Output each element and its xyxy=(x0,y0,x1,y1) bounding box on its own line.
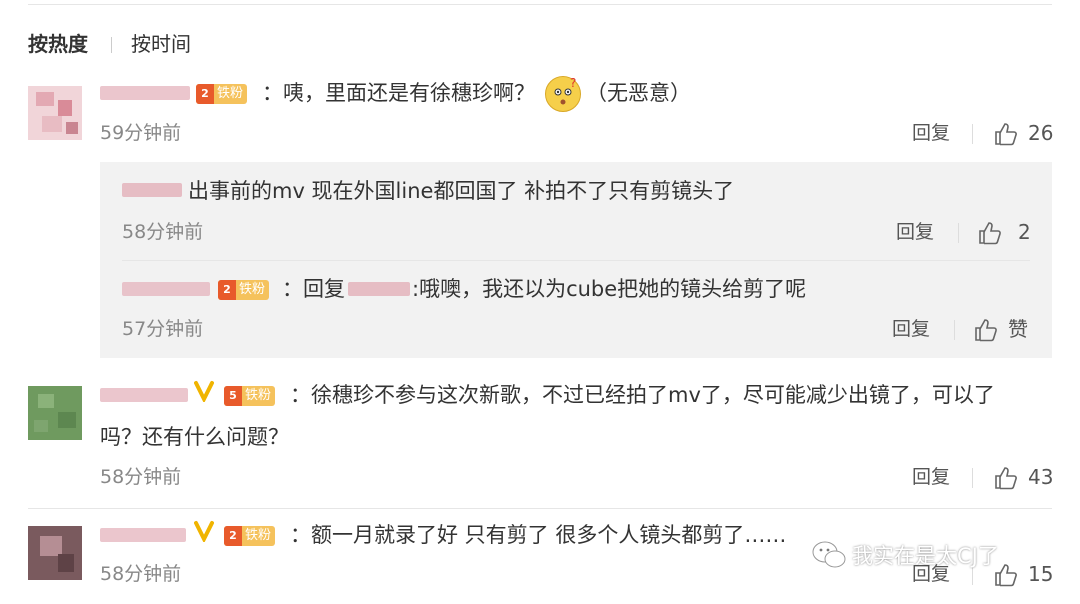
like-count: 43 xyxy=(1028,465,1054,489)
comment-text: ：额一月就录了好 只有剪了 很多个人镜头都剪了…… xyxy=(290,523,787,547)
thumbs-up-icon[interactable] xyxy=(994,466,1017,490)
top-divider xyxy=(28,4,1052,5)
mentioned-username[interactable] xyxy=(348,282,410,296)
comment-time: 59分钟前 xyxy=(100,122,182,144)
fan-badge: 2 铁粉 xyxy=(218,278,270,300)
reply-button[interactable]: 回复 xyxy=(912,464,950,490)
thumbs-up-icon[interactable] xyxy=(974,318,997,342)
vip-v-icon xyxy=(194,520,214,544)
badge-label: 铁粉 xyxy=(239,282,266,297)
action-divider xyxy=(972,124,973,144)
watermark-text: 我实在是太CJ了 xyxy=(852,544,999,568)
thumbs-up-icon[interactable] xyxy=(994,122,1017,146)
reply-text: 出事前的mv 现在外国line都回国了 补拍不了只有剪镜头了 xyxy=(188,179,735,203)
vip-v-icon xyxy=(194,380,214,404)
sort-divider xyxy=(111,37,112,53)
avatar[interactable] xyxy=(28,86,82,140)
username[interactable] xyxy=(100,528,186,542)
comment-time: 58分钟前 xyxy=(100,563,182,585)
reply-text: :哦噢，我还以为cube把她的镜头给剪了呢 xyxy=(412,277,807,301)
wechat-logo-icon xyxy=(812,540,846,570)
action-divider xyxy=(972,468,973,488)
svg-text:?: ? xyxy=(570,77,576,90)
action-divider xyxy=(954,320,955,340)
reply-divider xyxy=(122,260,1030,261)
badge-label: 铁粉 xyxy=(217,86,244,101)
thumbs-up-icon[interactable] xyxy=(978,221,1001,245)
reply-username[interactable] xyxy=(122,282,210,296)
reply-button[interactable]: 回复 xyxy=(912,120,950,146)
comment-divider xyxy=(28,508,1052,509)
username[interactable] xyxy=(100,388,188,402)
avatar[interactable] xyxy=(28,386,82,440)
badge-label: 铁粉 xyxy=(245,388,272,403)
sort-by-hot-tab[interactable]: 按热度 xyxy=(28,30,88,58)
fan-level-icon: 2 xyxy=(224,526,242,546)
action-divider xyxy=(958,223,959,243)
like-count: 26 xyxy=(1028,121,1054,145)
fan-badge: 2 铁粉 xyxy=(196,82,248,104)
like-count: 15 xyxy=(1028,562,1054,586)
fan-level-icon: 2 xyxy=(196,84,214,104)
comment-text: ：徐穗珍不参与这次新歌，不过已经拍了mv了，尽可能减少出镜了，可以了 xyxy=(290,383,995,407)
reply-prefix: ：回复 xyxy=(282,277,345,301)
reply-username[interactable] xyxy=(122,183,182,197)
sort-by-time-tab[interactable]: 按时间 xyxy=(131,30,191,58)
reply-button[interactable]: 回复 xyxy=(896,219,934,245)
puzzled-emoji-icon: ? xyxy=(545,76,581,112)
reply-time: 57分钟前 xyxy=(122,318,204,340)
reply-button[interactable]: 回复 xyxy=(892,316,930,342)
comment-time: 58分钟前 xyxy=(100,466,182,488)
like-label[interactable]: 赞 xyxy=(1008,316,1028,342)
reply-time: 58分钟前 xyxy=(122,221,204,243)
comment-suffix: （无恶意） xyxy=(586,81,691,105)
comment-text-line2: 吗？还有什么问题？ xyxy=(100,425,289,449)
fan-level-icon: 5 xyxy=(224,386,242,406)
avatar[interactable] xyxy=(28,526,82,580)
fan-badge: 5 铁粉 xyxy=(224,384,276,406)
fan-level-icon: 2 xyxy=(218,280,236,300)
username[interactable] xyxy=(100,86,190,100)
badge-label: 铁粉 xyxy=(245,528,272,543)
comment-text: ：咦，里面还是有徐穗珍啊？ xyxy=(262,81,535,105)
like-count: 2 xyxy=(1018,220,1031,244)
fan-badge: 2 铁粉 xyxy=(224,524,276,546)
